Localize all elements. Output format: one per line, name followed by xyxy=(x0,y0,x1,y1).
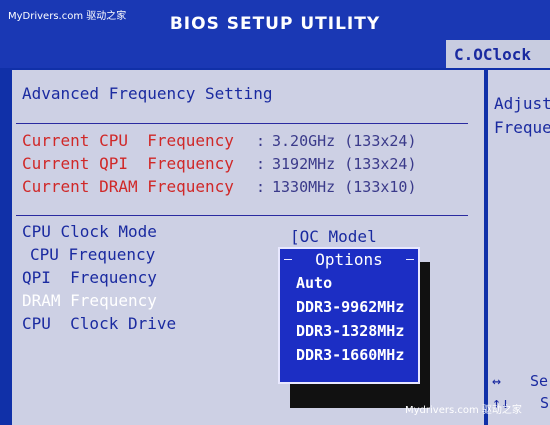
option-ddr3-1660[interactable]: DDR3-1660MHz xyxy=(296,346,404,364)
divider xyxy=(16,215,468,216)
key-help-select-item: S xyxy=(540,394,550,412)
current-qpi-label: Current QPI Frequency xyxy=(22,154,234,173)
help-text-line: Freque xyxy=(494,118,550,137)
section-title: Advanced Frequency Setting xyxy=(22,84,273,103)
option-auto[interactable]: Auto xyxy=(296,274,332,292)
popup-title: Options xyxy=(315,250,383,269)
key-help-select: Se xyxy=(530,372,549,390)
watermark-bottom: Mydrivers.com 驱动之家 xyxy=(405,405,522,416)
option-ddr3-1328[interactable]: DDR3-1328MHz xyxy=(296,322,404,340)
option-ddr3-9962[interactable]: DDR3-9962MHz xyxy=(296,298,404,316)
divider xyxy=(16,123,468,124)
setting-cpu-clock-drive[interactable]: CPU Clock Drive xyxy=(22,314,176,333)
current-qpi-sep: : xyxy=(256,155,266,173)
current-cpu-value: 3.20GHz (133x24) xyxy=(272,132,417,150)
current-cpu-sep: : xyxy=(256,132,266,150)
setting-dram-frequency[interactable]: DRAM Frequency xyxy=(22,291,157,310)
setting-qpi-frequency[interactable]: QPI Frequency xyxy=(22,268,157,287)
current-dram-label: Current DRAM Frequency xyxy=(22,177,234,196)
current-dram-value: 1330MHz (133x10) xyxy=(272,178,417,196)
current-cpu-label: Current CPU Frequency xyxy=(22,131,234,150)
setting-cpu-clock-mode[interactable]: CPU Clock Mode xyxy=(22,222,157,241)
setting-cpu-frequency[interactable]: CPU Frequency xyxy=(30,245,155,264)
left-right-arrow-icon: ↔ xyxy=(492,372,502,390)
current-dram-sep: : xyxy=(256,178,266,196)
current-qpi-value: 3192MHz (133x24) xyxy=(272,155,417,173)
cpu-clock-mode-value[interactable]: [OC Model xyxy=(290,227,377,246)
tab-oclock[interactable]: C.OClock xyxy=(446,40,550,68)
help-text-line: Adjust xyxy=(494,94,550,113)
bios-title: BIOS SETUP UTILITY xyxy=(169,14,381,34)
